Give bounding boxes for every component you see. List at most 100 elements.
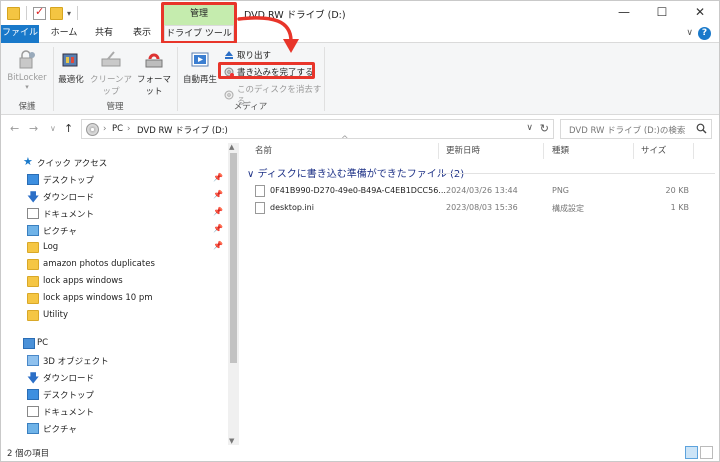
back-arrow-icon[interactable]: ←: [10, 122, 19, 135]
large-icons-view-icon[interactable]: [700, 446, 713, 459]
file-name: 0F41B990-D270-49e0-B49A-C4EB1DCC56...: [270, 186, 446, 195]
nav-label: 3D オブジェクト: [43, 357, 109, 367]
highlight-box-finish-burning: [218, 62, 315, 79]
scroll-up-icon[interactable]: ▲: [229, 143, 234, 151]
autoplay-label: 自動再生: [182, 75, 217, 85]
group-label-media: メディア: [233, 102, 268, 112]
refresh-icon[interactable]: ↻: [540, 122, 549, 135]
nav-scrollbar[interactable]: ▲ ▼: [228, 143, 239, 445]
qat-dropdown-icon[interactable]: ▾: [67, 9, 71, 18]
disk-cleanup-icon: [100, 49, 122, 71]
forward-arrow-icon[interactable]: →: [29, 122, 38, 135]
cleanup-button[interactable]: クリーンアップ: [88, 49, 134, 97]
tab-share[interactable]: 共有: [89, 25, 119, 43]
nav-item-pictures[interactable]: ピクチャ 📌: [1, 222, 226, 239]
optimize-button[interactable]: 最適化: [56, 49, 86, 85]
download-arrow-icon: 🡇: [27, 371, 40, 385]
nav-item-3d-objects[interactable]: 3D オブジェクト: [1, 352, 226, 369]
pin-icon: 📌: [213, 173, 223, 182]
file-modified: 2023/08/03 15:36: [446, 203, 518, 212]
close-button[interactable]: ✕: [681, 1, 719, 25]
nav-pc[interactable]: PC: [1, 335, 226, 352]
nav-item-downloads[interactable]: 🡇 ダウンロード 📌: [1, 188, 226, 205]
nav-quick-access[interactable]: ★ クイック アクセス: [1, 154, 226, 171]
breadcrumb-pc[interactable]: PC: [112, 124, 123, 134]
address-dropdown-icon[interactable]: ∨: [526, 123, 533, 133]
nav-label: デスクトップ: [43, 176, 95, 186]
maximize-button[interactable]: ☐: [643, 1, 681, 25]
nav-item-log[interactable]: Log 📌: [1, 239, 226, 256]
table-row[interactable]: desktop.ini 2023/08/03 15:36 構成設定 1 KB: [241, 200, 719, 217]
divider: [438, 143, 439, 159]
file-type: 構成設定: [552, 204, 584, 213]
view-switcher: [685, 446, 713, 459]
nav-item-pc-pictures[interactable]: ピクチャ: [1, 420, 226, 437]
nav-label: ダウンロード: [43, 374, 95, 384]
chevron-down-icon[interactable]: ∨: [247, 169, 258, 180]
navigation-row: ← → ∨ ↑ › PC › DVD RW ドライブ (D:) ∨ ↻ DVD …: [1, 115, 719, 143]
divider: [693, 143, 694, 159]
recent-locations-chevron-icon[interactable]: ∨: [50, 124, 56, 133]
help-icon[interactable]: ?: [698, 27, 711, 40]
pictures-icon: [27, 423, 39, 434]
navigation-pane: ★ クイック アクセス デスクトップ 📌 🡇 ダウンロード 📌 ドキュメント 📌…: [1, 143, 239, 445]
nav-item-amazon-photos-duplicates[interactable]: amazon photos duplicates: [1, 256, 226, 273]
minimize-button[interactable]: —: [605, 1, 643, 25]
chevron-down-icon[interactable]: ∨: [686, 28, 693, 38]
tab-home[interactable]: ホーム: [47, 25, 81, 43]
nav-item-utility[interactable]: Utility: [1, 307, 226, 324]
nav-item-pc-documents[interactable]: ドキュメント: [1, 403, 226, 420]
tab-file[interactable]: ファイル: [1, 25, 39, 43]
nav-item-documents[interactable]: ドキュメント 📌: [1, 205, 226, 222]
pin-icon: 📌: [213, 207, 223, 216]
address-bar[interactable]: › PC › DVD RW ドライブ (D:) ∨ ↻: [81, 119, 554, 139]
folder-icon: [27, 259, 39, 270]
nav-item-pc-desktop[interactable]: デスクトップ: [1, 386, 226, 403]
column-header-modified[interactable]: 更新日時: [446, 143, 480, 159]
folder-icon: [27, 310, 39, 321]
download-arrow-icon: 🡇: [27, 190, 40, 204]
search-box[interactable]: DVD RW ドライブ (D:)の検索: [560, 119, 712, 139]
desktop-icon: [27, 389, 39, 400]
nav-label: PC: [37, 338, 49, 348]
tab-view[interactable]: 表示: [127, 25, 157, 43]
nav-label: amazon photos duplicates: [43, 259, 155, 269]
documents-icon: [27, 208, 39, 219]
column-header-name[interactable]: 名前: [255, 143, 272, 159]
autoplay-button[interactable]: 自動再生: [182, 49, 218, 85]
details-view-icon[interactable]: [685, 446, 698, 459]
column-header-size[interactable]: サイズ: [641, 143, 666, 159]
nav-label: ドキュメント: [43, 210, 95, 220]
format-button[interactable]: フォーマット: [134, 49, 174, 97]
ribbon-group-protect: BitLocker ▾ 保護: [1, 43, 53, 115]
nav-item-pc-downloads[interactable]: 🡇 ダウンロード: [1, 369, 226, 386]
folder-icon: [27, 242, 39, 253]
file-modified: 2024/03/26 13:44: [446, 186, 518, 195]
bitlocker-label: BitLocker: [7, 73, 47, 83]
nav-label: ドキュメント: [43, 408, 95, 418]
nav-item-desktop[interactable]: デスクトップ 📌: [1, 171, 226, 188]
folder-icon: [27, 276, 39, 287]
scroll-down-icon[interactable]: ▼: [229, 437, 234, 445]
optimize-icon: [60, 49, 82, 71]
table-row[interactable]: 0F41B990-D270-49e0-B49A-C4EB1DCC56... 20…: [241, 183, 719, 200]
divider: [439, 173, 715, 174]
breadcrumb-dvd-drive[interactable]: DVD RW ドライブ (D:): [137, 124, 228, 136]
search-icon[interactable]: [696, 123, 707, 134]
bitlocker-button[interactable]: BitLocker ▾: [5, 49, 49, 91]
breadcrumb-separator: ›: [127, 124, 131, 134]
group-label-protect: 保護: [18, 102, 36, 112]
group-header[interactable]: ∨ ディスクに書き込む準備ができたファイル (2): [247, 165, 464, 180]
nav-item-lock-apps-windows-10-pm[interactable]: lock apps windows 10 pm: [1, 290, 226, 307]
properties-check-icon[interactable]: [33, 5, 46, 20]
nav-label: ダウンロード: [43, 193, 95, 203]
scrollbar-thumb[interactable]: [230, 153, 237, 363]
settings-file-icon: [255, 202, 265, 214]
new-folder-icon[interactable]: [50, 6, 63, 20]
format-icon: [143, 49, 165, 71]
up-arrow-icon[interactable]: ↑: [64, 122, 73, 135]
column-header-type[interactable]: 種類: [552, 143, 569, 159]
nav-item-lock-apps-windows[interactable]: lock apps windows: [1, 273, 226, 290]
search-input[interactable]: DVD RW ドライブ (D:)の検索: [569, 124, 685, 136]
ribbon: BitLocker ▾ 保護 最適化 クリーンアップ フォーマット 管理 自動再…: [1, 43, 719, 115]
